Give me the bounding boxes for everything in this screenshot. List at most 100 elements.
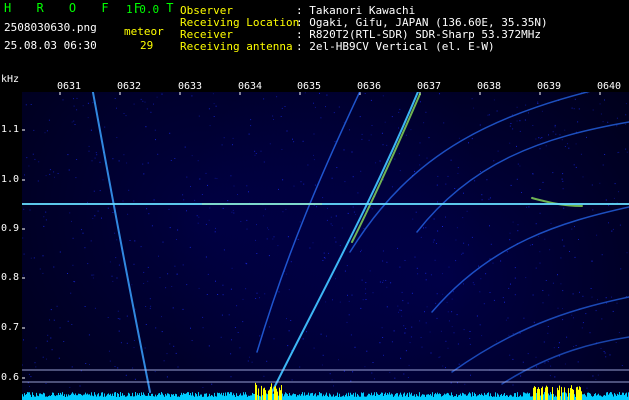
noise-speck xyxy=(611,296,612,298)
spectrum-bar xyxy=(421,395,422,400)
noise-speck xyxy=(613,197,615,199)
noise-speck xyxy=(114,98,116,99)
spectrum-bar xyxy=(599,395,600,400)
spectrum-bar xyxy=(49,395,50,400)
info-label-antenna: Receiving antenna xyxy=(180,40,293,53)
spectrum-bar xyxy=(348,392,349,400)
spectrum-bar xyxy=(358,395,359,400)
spectrum-bar xyxy=(269,389,270,400)
noise-layer xyxy=(22,92,628,389)
noise-speck xyxy=(517,163,519,165)
spectrum-bar xyxy=(569,393,570,400)
noise-speck xyxy=(514,277,516,279)
noise-speck xyxy=(87,117,89,119)
noise-speck xyxy=(272,238,274,240)
spectrum-bar xyxy=(115,392,116,400)
spectrum-bar xyxy=(325,394,326,400)
spectrum-bar xyxy=(138,394,139,400)
spectrum-bar xyxy=(86,394,87,400)
noise-speck xyxy=(338,106,340,108)
spectrum-bar xyxy=(624,395,625,400)
noise-speck xyxy=(529,244,531,246)
noise-speck xyxy=(410,336,412,338)
noise-speck xyxy=(455,260,457,262)
spectrum-bar xyxy=(331,396,332,400)
spectrum-bar xyxy=(329,393,330,400)
noise-speck xyxy=(333,112,335,114)
noise-speck xyxy=(509,142,511,144)
noise-speck xyxy=(82,232,84,234)
spectrum-bar xyxy=(82,395,83,400)
spectrum-bar xyxy=(137,393,138,400)
spectrum-bar xyxy=(186,393,187,400)
spectrum-bar xyxy=(504,393,505,400)
spectrum-bar xyxy=(225,392,226,400)
spectrum-bar xyxy=(491,396,492,400)
noise-speck xyxy=(176,239,177,240)
noise-speck xyxy=(133,347,135,348)
spectrum-bar xyxy=(304,392,305,400)
noise-speck xyxy=(600,348,602,349)
spectrum-bar xyxy=(372,395,373,400)
noise-speck xyxy=(22,237,24,239)
spectrogram-plot xyxy=(22,92,629,400)
noise-speck xyxy=(227,200,229,202)
spectrum-bar xyxy=(603,395,604,400)
noise-speck xyxy=(512,128,514,130)
spectrum-bar xyxy=(268,390,269,400)
noise-speck xyxy=(150,111,152,113)
noise-speck xyxy=(609,354,611,356)
spectrum-bar xyxy=(522,396,523,400)
noise-speck xyxy=(118,160,120,162)
noise-speck xyxy=(425,322,427,324)
spectrum-bar xyxy=(568,388,569,400)
noise-speck xyxy=(90,129,92,131)
spectrum-bar xyxy=(182,394,183,400)
noise-speck xyxy=(372,362,374,363)
spectrum-bar xyxy=(571,385,572,400)
spectrum-bar xyxy=(513,396,514,400)
spectrum-bar xyxy=(448,393,449,400)
noise-speck xyxy=(370,207,372,208)
noise-speck xyxy=(532,125,534,126)
noise-speck xyxy=(28,165,30,167)
noise-speck xyxy=(145,324,147,325)
spectrum-bar xyxy=(320,393,321,400)
noise-speck xyxy=(348,300,350,302)
spectrum-bar xyxy=(387,393,388,400)
noise-speck xyxy=(220,336,222,338)
noise-speck xyxy=(442,226,443,227)
spectrum-bar xyxy=(260,396,261,400)
spectrum-bar xyxy=(620,394,621,400)
noise-speck xyxy=(478,265,479,267)
noise-speck xyxy=(605,297,607,299)
noise-speck xyxy=(426,157,428,159)
noise-speck xyxy=(222,294,224,296)
noise-speck xyxy=(548,134,549,136)
noise-speck xyxy=(50,337,52,339)
noise-speck xyxy=(84,247,86,249)
noise-speck xyxy=(38,161,40,163)
noise-speck xyxy=(290,261,292,263)
noise-speck xyxy=(586,93,588,95)
noise-speck xyxy=(505,319,507,321)
noise-speck xyxy=(611,230,613,232)
noise-speck xyxy=(563,207,565,209)
noise-speck xyxy=(350,334,352,336)
noise-speck xyxy=(278,188,279,190)
noise-speck xyxy=(127,213,129,215)
noise-speck xyxy=(182,194,184,196)
spectrum-bar xyxy=(208,396,209,400)
noise-speck xyxy=(458,137,460,139)
noise-speck xyxy=(95,152,97,154)
noise-speck xyxy=(304,92,306,94)
spectrum-bar xyxy=(428,394,429,400)
spectrum-bar xyxy=(347,396,348,400)
noise-speck xyxy=(334,141,336,142)
spectrum-bar xyxy=(369,393,370,400)
spectrum-bar xyxy=(390,394,391,400)
noise-speck xyxy=(322,260,324,261)
spectrum-bar xyxy=(74,394,75,400)
noise-speck xyxy=(263,98,265,100)
noise-speck xyxy=(23,253,25,255)
